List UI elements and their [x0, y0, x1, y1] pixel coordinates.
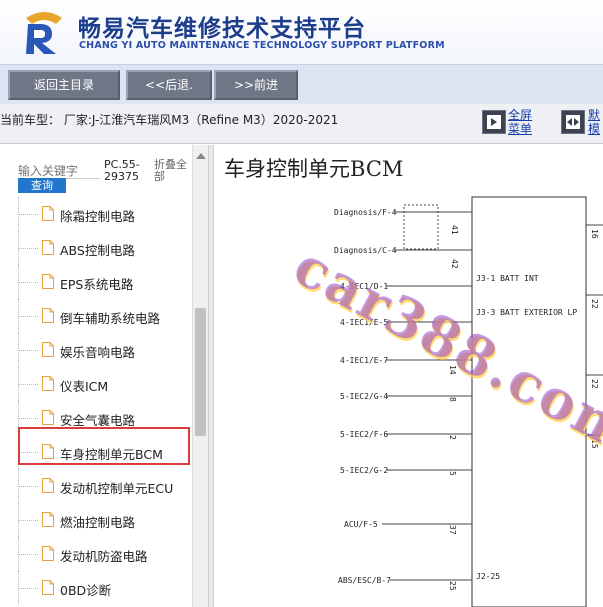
tree-item[interactable]: 安全气囊电路	[18, 401, 190, 435]
app-header: 畅易汽车维修技术支持平台 CHANG YI AUTO MAINTENANCE T…	[0, 0, 603, 64]
pin-label: 37	[448, 525, 457, 535]
document-icon	[42, 478, 54, 493]
tree-item-label: 车身控制单元BCM	[60, 447, 163, 462]
document-icon	[42, 342, 54, 357]
diagram-row: 5-IEC2/F-6 2	[340, 430, 472, 440]
document-icon	[42, 444, 54, 459]
tree-item[interactable]: 娱乐音响电路	[18, 333, 190, 367]
pin-label: 41	[450, 225, 459, 235]
document-icon	[42, 240, 54, 255]
wire-label: 4-IEC1/E-5	[340, 318, 388, 327]
diagram-row: 4-IEC1/E-7 14	[340, 356, 472, 375]
pin-label: 42	[450, 259, 459, 269]
document-icon	[42, 546, 54, 561]
tree-item-label: 娱乐音响电路	[60, 345, 136, 360]
pin-label: 16	[590, 229, 599, 239]
wire-label: Diagnosis/F-4	[334, 208, 397, 217]
tree-item-label: 倒车辅助系统电路	[60, 311, 161, 326]
document-icon	[42, 206, 54, 221]
logo-icon	[26, 12, 62, 54]
document-icon	[42, 376, 54, 391]
bcm-pin-label: J3-1 BATT INT	[476, 274, 539, 283]
pin-label: 15	[590, 439, 599, 449]
nav-toolbar: 返回主目录 <<后退. >>前进	[0, 64, 603, 104]
scroll-thumb[interactable]	[195, 308, 206, 436]
diagram-row: 5-IEC2/G-2 5	[340, 466, 472, 476]
diagram-row: Diagnosis/F-4 41	[334, 208, 472, 235]
back-button[interactable]: <<后退.	[126, 70, 212, 100]
pin-label: 5	[448, 471, 457, 476]
scroll-up-icon[interactable]	[196, 153, 206, 159]
tree-item[interactable]: 发动机控制单元ECU	[18, 469, 190, 503]
tree-item[interactable]: 倒车辅助系统电路	[18, 299, 190, 333]
wire-label: 4-IEC1/E-7	[340, 356, 388, 365]
current-model-text: 当前车型： 厂家:J-江淮汽车瑞风M3（Refine M3）2020-2021	[0, 113, 339, 127]
document-icon	[42, 410, 54, 425]
wire-label: ABS/ESC/B-7	[338, 576, 391, 585]
wire-label: 5-IEC2/G-2	[340, 466, 388, 475]
tree-item[interactable]: 仪表ICM	[18, 367, 190, 401]
pin-label: 8	[448, 397, 457, 402]
document-icon	[42, 308, 54, 323]
fullscreen-menu-link[interactable]: 全屏 菜单	[508, 108, 532, 136]
tree-item-label: ABS控制电路	[60, 243, 135, 258]
tree-item[interactable]: EPS系统电路	[18, 265, 190, 299]
tree-item[interactable]: 0BD诊断	[18, 571, 190, 605]
document-icon	[42, 274, 54, 289]
brand-title: 畅易汽车维修技术支持平台	[78, 16, 366, 42]
page-title: 车身控制单元BCM	[224, 157, 404, 181]
diagram-row: ABS/ESC/B-7 25	[338, 576, 472, 591]
wire-label: Diagnosis/C-4	[334, 246, 397, 255]
wire-label: 4-IEC1/D-1	[340, 282, 388, 291]
home-button[interactable]: 返回主目录	[8, 70, 120, 100]
pin-label: 14	[448, 365, 457, 375]
pin-label: 2	[448, 435, 457, 440]
diagram-row: Diagnosis/C-4 42	[334, 246, 472, 269]
pin-label: 22	[590, 299, 599, 309]
current-model-bar: 当前车型： 厂家:J-江淮汽车瑞风M3（Refine M3）2020-2021 …	[0, 104, 603, 144]
search-button[interactable]: 查询	[18, 178, 66, 193]
fullscreen-icon[interactable]	[482, 110, 506, 134]
left-panel-scrollbar[interactable]	[192, 145, 208, 607]
tree-item-label: 发动机控制单元ECU	[60, 481, 174, 496]
search-input[interactable]	[18, 163, 100, 179]
document-icon	[42, 512, 54, 527]
wire-label: 5-IEC2/G-4	[340, 392, 388, 401]
tree-item[interactable]: 燃油控制电路	[18, 503, 190, 537]
brand-subtitle: CHANG YI AUTO MAINTENANCE TECHNOLOGY SUP…	[79, 40, 445, 51]
tree-item-label: 0BD诊断	[60, 583, 112, 598]
document-icon	[42, 580, 54, 595]
tree-item[interactable]: 除霜控制电路	[18, 197, 190, 231]
bcm-pin-label: J3-3 BATT EXTERIOR LP	[476, 308, 577, 317]
tree-item-label: EPS系统电路	[60, 277, 134, 292]
pin-label: 25	[448, 581, 457, 591]
tree-item-label: 除霜控制电路	[60, 209, 136, 224]
content-pane: 车身控制单元BCM Diagnosis/F-4 41 Diagnosis/C-4…	[214, 145, 603, 607]
diagram-row: 5-IEC2/G-4 8	[340, 392, 472, 402]
pc-code-text: PC.55-29375	[104, 158, 140, 183]
wire-label: ACU/F-5	[344, 520, 378, 529]
pin-label: 22	[590, 379, 599, 389]
fold-all-link[interactable]: 折叠全部	[154, 159, 194, 183]
tree-item[interactable]: ABS控制电路	[18, 231, 190, 265]
forward-button[interactable]: >>前进	[214, 70, 298, 100]
tree-item-label: 燃油控制电路	[60, 515, 136, 530]
tree-item-label: 发动机防盗电路	[60, 549, 148, 564]
wire-label: 5-IEC2/F-6	[340, 430, 388, 439]
wiring-diagram: Diagnosis/F-4 41 Diagnosis/C-4 42 4-IEC1…	[334, 196, 603, 607]
diagram-row: 4-IEC1/E-5	[340, 318, 472, 327]
diagram-row: 4-IEC1/D-1	[340, 282, 472, 291]
tree-item-selected[interactable]: 车身控制单元BCM	[18, 435, 190, 469]
tree-item-label: 安全气囊电路	[60, 413, 136, 428]
search-area: 查询 PC.55-29375 折叠全部	[0, 145, 208, 195]
default-view-icon[interactable]	[561, 110, 585, 134]
bcm-pin-label: J2-25	[476, 572, 500, 581]
tree-item[interactable]: 发动机防盗电路	[18, 537, 190, 571]
default-view-link[interactable]: 默 模	[588, 108, 600, 136]
left-nav-panel: 查询 PC.55-29375 折叠全部 除霜控制电路 ABS控制电路 EPS系统…	[0, 145, 208, 607]
tree-item-label: 仪表ICM	[60, 379, 109, 394]
diagram-row: ACU/F-5 37	[344, 520, 472, 535]
